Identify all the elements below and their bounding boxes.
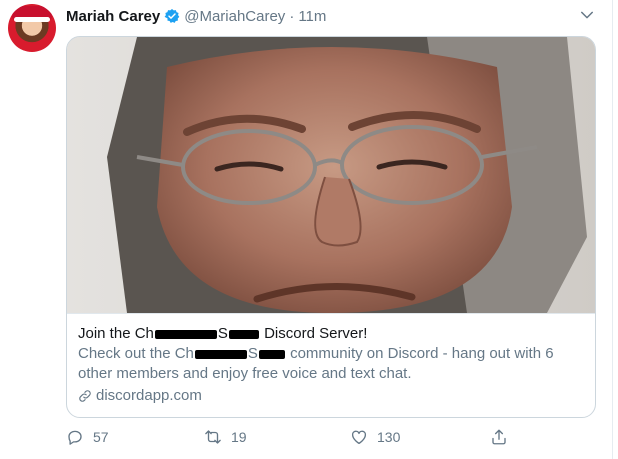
card-domain-text: discordapp.com [96, 387, 202, 404]
avatar-hat-trim [14, 17, 50, 22]
reply-icon [68, 430, 82, 445]
like-icon [351, 430, 367, 445]
tweet-actions: 57 19 130 [66, 428, 526, 452]
header-separator: · [289, 7, 295, 25]
verified-badge-icon [164, 9, 180, 23]
card-title-start: Join the Ch [78, 325, 154, 342]
link-icon [79, 390, 91, 402]
author-name[interactable]: Mariah Carey [66, 8, 160, 25]
author-handle[interactable]: @MariahCarey [184, 8, 285, 25]
link-card[interactable]: Join the Ch S Discord Server! Check out t… [66, 36, 596, 418]
card-desc-line1-end: community on Discord - hang out with 6 [290, 345, 554, 362]
tweet-header: Mariah Carey @MariahCarey · 11m [66, 6, 326, 26]
reply-button[interactable]: 57 [66, 428, 109, 446]
avatar[interactable] [8, 4, 56, 52]
redaction-bar [258, 349, 285, 359]
card-description: Check out the Ch S community on Discord -… [78, 344, 583, 384]
chevron-down-icon[interactable] [578, 6, 596, 24]
reply-count: 57 [93, 429, 109, 445]
retweet-count: 19 [231, 429, 247, 445]
card-domain[interactable]: discordapp.com [78, 386, 586, 406]
tweet[interactable]: Mariah Carey @MariahCarey · 11m Join the… [0, 0, 618, 459]
card-desc-line2: other members and enjoy free voice and t… [78, 365, 412, 382]
card-title: Join the Ch S Discord Server! [78, 324, 586, 344]
card-title-end: Discord Server! [264, 325, 368, 342]
redaction-bar [228, 329, 259, 339]
retweet-button[interactable]: 19 [204, 428, 247, 446]
card-body[interactable]: Join the Ch S Discord Server! Check out t… [67, 313, 595, 417]
card-title-redacted-fragment: S [217, 325, 228, 342]
card-desc-fragment: S [247, 345, 258, 362]
share-button[interactable] [490, 428, 508, 446]
redaction-bar [194, 349, 247, 359]
share-icon [492, 429, 506, 445]
redaction-bar [154, 329, 217, 339]
retweet-icon [205, 430, 221, 444]
card-photo [67, 37, 595, 313]
like-count: 130 [377, 429, 401, 445]
card-desc-start: Check out the Ch [78, 345, 194, 362]
timeline-border [612, 0, 613, 459]
like-button[interactable]: 130 [350, 428, 400, 446]
tweet-timestamp[interactable]: 11m [298, 8, 326, 25]
card-image[interactable] [67, 37, 595, 313]
